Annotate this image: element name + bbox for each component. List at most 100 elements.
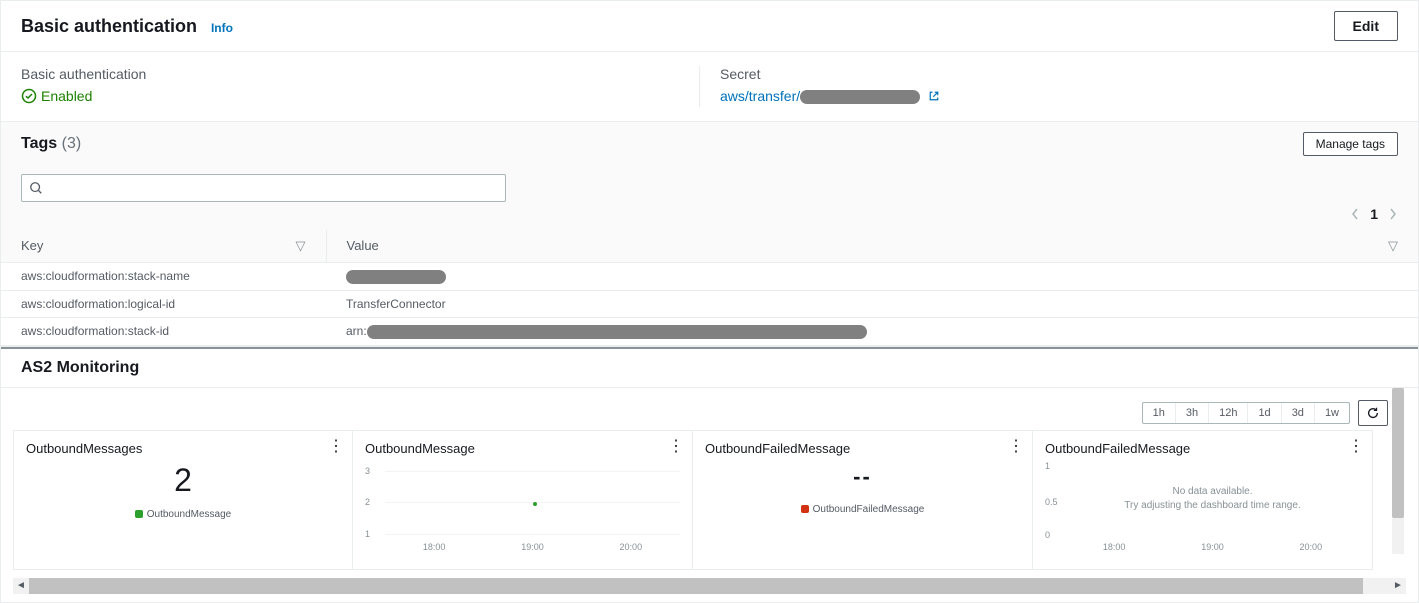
pager-current: 1 <box>1370 206 1378 222</box>
secret-col: Secret aws/transfer/ <box>699 66 1398 107</box>
range-1d[interactable]: 1d <box>1248 403 1281 423</box>
info-link[interactable]: Info <box>211 21 233 35</box>
tag-key: aws:cloudformation:logical-id <box>1 290 326 317</box>
tags-toolbar <box>1 166 1418 202</box>
tags-search-wrap <box>21 174 506 202</box>
legend-dot-icon <box>135 510 143 518</box>
ytick: 1 <box>365 529 370 539</box>
chart-outbound-failed-number: ⋮ OutboundFailedMessage -- OutboundFaile… <box>693 430 1033 570</box>
secret-link[interactable]: aws/transfer/ <box>720 88 940 104</box>
time-range-group: 1h 3h 12h 1d 3d 1w <box>1142 402 1350 424</box>
xaxis: 18:00 19:00 20:00 <box>1065 542 1360 552</box>
monitoring-controls: 1h 3h 12h 1d 3d 1w <box>1 388 1418 430</box>
scroll-left-icon[interactable]: ◄ <box>13 578 29 594</box>
tags-count: (3) <box>62 135 82 152</box>
nodata-message: No data available. Try adjusting the das… <box>1065 485 1360 513</box>
tags-panel: Tags (3) Manage tags 1 Key ▽ Value <box>0 122 1419 347</box>
basic-auth-field-label: Basic authentication <box>21 66 679 82</box>
tags-title: Tags (3) <box>21 135 81 153</box>
horizontal-scrollbar-track[interactable] <box>29 578 1390 594</box>
chart-outbound-message-line: ⋮ OutboundMessage 3 2 1 18:00 19:00 20:0… <box>353 430 693 570</box>
ytick: 1 <box>1045 461 1050 471</box>
redacted-value <box>367 325 867 339</box>
chart-outbound-failed-line: ⋮ OutboundFailedMessage 1 0.5 0 No data … <box>1033 430 1373 570</box>
redacted-secret <box>800 90 920 104</box>
legend-label: OutboundFailedMessage <box>813 504 925 515</box>
basic-auth-header: Basic authentication Info Edit <box>1 1 1418 52</box>
tag-value: arn: <box>326 317 1418 345</box>
sort-icon[interactable]: ▽ <box>1388 238 1398 254</box>
ytick: 3 <box>365 466 370 476</box>
xtick: 20:00 <box>620 542 643 552</box>
table-row: aws:cloudformation:logical-id TransferCo… <box>1 290 1418 317</box>
chart-value: -- <box>705 464 1020 490</box>
range-3d[interactable]: 3d <box>1282 403 1315 423</box>
tags-header: Tags (3) Manage tags <box>1 122 1418 166</box>
status-badge: Enabled <box>21 88 92 104</box>
legend-label: OutboundMessage <box>147 509 232 520</box>
xtick: 19:00 <box>1201 542 1224 552</box>
range-12h[interactable]: 12h <box>1209 403 1248 423</box>
vertical-scrollbar-thumb[interactable] <box>1392 388 1404 518</box>
legend-dot-icon <box>801 505 809 513</box>
chart-title: OutboundMessage <box>365 441 680 456</box>
tag-value: TransferConnector <box>326 290 1418 317</box>
status-label: Enabled <box>41 88 92 104</box>
manage-tags-button[interactable]: Manage tags <box>1303 132 1398 156</box>
sort-icon[interactable]: ▽ <box>296 238 306 254</box>
range-3h[interactable]: 3h <box>1176 403 1209 423</box>
refresh-icon <box>1366 406 1380 420</box>
chart-value: 2 <box>26 462 340 499</box>
scroll-right-icon[interactable]: ► <box>1390 578 1406 594</box>
redacted-value <box>346 270 446 284</box>
check-circle-icon <box>21 88 37 104</box>
basic-auth-panel: Basic authentication Info Edit Basic aut… <box>0 0 1419 122</box>
horizontal-scrollbar[interactable]: ◄ ► <box>13 578 1406 594</box>
basic-auth-status-col: Basic authentication Enabled <box>21 66 699 107</box>
chart-title: OutboundFailedMessage <box>1045 441 1360 456</box>
search-icon <box>29 181 43 195</box>
chevron-left-icon[interactable] <box>1350 207 1360 221</box>
range-1h[interactable]: 1h <box>1143 403 1176 423</box>
table-row: aws:cloudformation:stack-id arn: <box>1 317 1418 345</box>
edit-button[interactable]: Edit <box>1334 11 1398 41</box>
ytick: 0.5 <box>1045 497 1058 507</box>
range-1w[interactable]: 1w <box>1315 403 1349 423</box>
chart-menu-icon[interactable]: ⋮ <box>1008 439 1024 455</box>
table-row: aws:cloudformation:stack-name <box>1 263 1418 291</box>
chart-legend: OutboundFailedMessage <box>705 504 1020 515</box>
charts-row: ⋮ OutboundMessages 2 OutboundMessage ⋮ O… <box>1 430 1418 578</box>
xtick: 18:00 <box>1103 542 1126 552</box>
ytick: 0 <box>1045 530 1050 540</box>
chart-plot: 1 0.5 0 No data available. Try adjusting… <box>1065 462 1360 552</box>
horizontal-scrollbar-thumb[interactable] <box>29 578 1363 594</box>
tags-col-value[interactable]: Value ▽ <box>326 230 1418 263</box>
chart-title: OutboundMessages <box>26 441 340 456</box>
chart-menu-icon[interactable]: ⋮ <box>1348 439 1364 455</box>
basic-auth-title: Basic authentication <box>21 16 197 37</box>
tag-value <box>326 263 1418 291</box>
tags-pager: 1 <box>1 202 1418 230</box>
monitoring-panel: AS2 Monitoring 1h 3h 12h 1d 3d 1w ⋮ Outb… <box>0 347 1419 603</box>
chart-legend: OutboundMessage <box>26 509 340 520</box>
chevron-right-icon[interactable] <box>1388 207 1398 221</box>
chart-menu-icon[interactable]: ⋮ <box>328 439 344 455</box>
tag-key: aws:cloudformation:stack-name <box>1 263 326 291</box>
chart-menu-icon[interactable]: ⋮ <box>668 439 684 455</box>
data-point <box>533 502 537 506</box>
chart-title: OutboundFailedMessage <box>705 441 1020 456</box>
ytick: 2 <box>365 497 370 507</box>
external-link-icon <box>928 90 940 102</box>
xtick: 18:00 <box>423 542 446 552</box>
refresh-button[interactable] <box>1358 400 1388 426</box>
chart-plot: 3 2 1 18:00 19:00 20:00 <box>385 462 680 552</box>
monitoring-title: AS2 Monitoring <box>1 347 1418 388</box>
tags-search-input[interactable] <box>21 174 506 202</box>
tag-key: aws:cloudformation:stack-id <box>1 317 326 345</box>
xaxis: 18:00 19:00 20:00 <box>385 542 680 552</box>
secret-label: Secret <box>720 66 1378 82</box>
basic-auth-body: Basic authentication Enabled Secret aws/… <box>1 52 1418 121</box>
tags-col-key[interactable]: Key ▽ <box>1 230 326 263</box>
chart-outbound-messages: ⋮ OutboundMessages 2 OutboundMessage <box>13 430 353 570</box>
tags-table: Key ▽ Value ▽ aws:cloudformation:stack-n… <box>1 230 1418 346</box>
